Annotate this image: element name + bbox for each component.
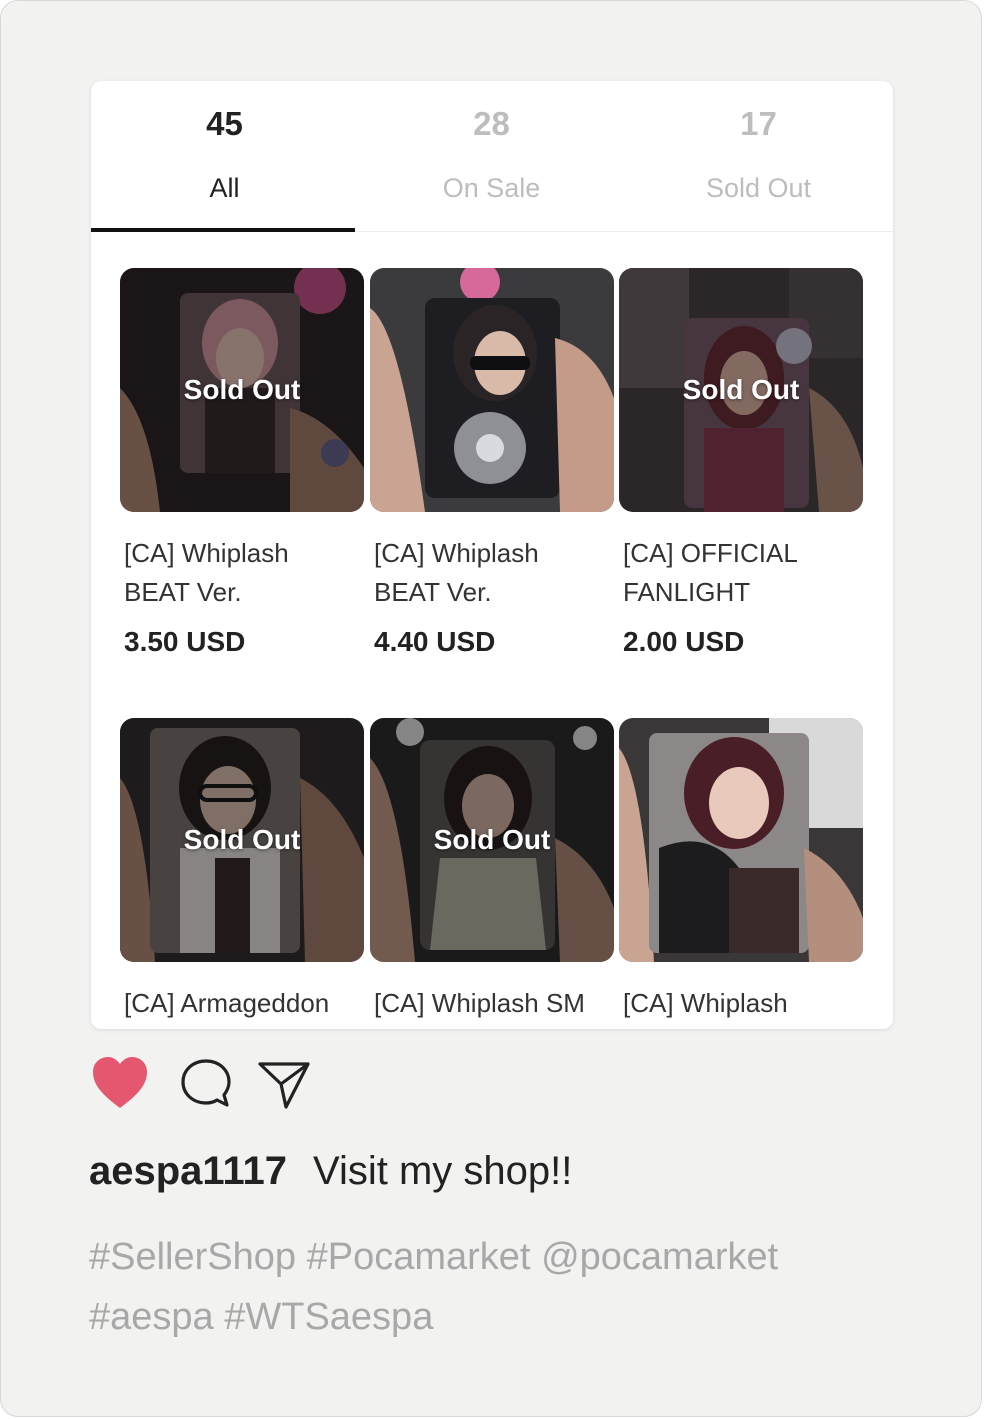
hashtag[interactable]: #WTSaespa <box>224 1296 433 1338</box>
product-name: [CA] Whiplash BEAT Ver. <box>374 538 539 607</box>
product-name: [CA] Armageddon <box>124 988 330 1018</box>
tab-on-sale[interactable]: 28 On Sale <box>358 81 625 231</box>
share-button[interactable] <box>257 1060 311 1115</box>
tab-count: 17 <box>740 105 777 142</box>
heart-icon <box>93 1057 147 1108</box>
product-thumbnail: Sold Out <box>619 268 863 512</box>
photocard-photo <box>370 268 614 512</box>
hashtag[interactable]: #Pocamarket <box>307 1236 531 1278</box>
tab-sold-out[interactable]: 17 Sold Out <box>625 81 892 231</box>
hashtag[interactable]: #SellerShop <box>89 1236 296 1278</box>
comment-button[interactable] <box>179 1058 233 1115</box>
tab-all[interactable]: 45 All <box>91 81 358 231</box>
sold-out-badge: Sold Out <box>370 718 614 962</box>
product-thumbnail: Sold Out <box>370 718 614 962</box>
post-caption: aespa1117 Visit my shop!! <box>89 1149 572 1194</box>
sold-out-badge: Sold Out <box>619 268 863 512</box>
shop-screenshot: 45 All 28 On Sale 17 Sold Out Sold Out [… <box>91 81 893 1029</box>
username[interactable]: aespa1117 <box>89 1149 287 1193</box>
hashtags: #SellerShop #Pocamarket @pocamarket #aes… <box>89 1227 889 1347</box>
hashtag[interactable]: #aespa <box>89 1296 214 1338</box>
caption-text: Visit my shop!! <box>313 1149 573 1193</box>
active-tab-indicator <box>91 228 355 232</box>
product-thumbnail <box>370 268 614 512</box>
tab-count: 28 <box>473 105 510 142</box>
post-card: 45 All 28 On Sale 17 Sold Out Sold Out [… <box>0 0 982 1417</box>
sold-out-badge: Sold Out <box>120 268 364 512</box>
product-name: [CA] Whiplash BEAT Ver. <box>124 538 289 607</box>
send-icon <box>258 1062 310 1109</box>
product-thumbnail <box>619 718 863 962</box>
comment-bubble-icon <box>181 1059 231 1107</box>
product-thumbnail: Sold Out <box>120 268 364 512</box>
tab-label: Sold Out <box>705 173 812 203</box>
product-thumbnail: Sold Out <box>120 718 364 962</box>
hashtag-line: #aespa #WTSaespa <box>89 1287 889 1347</box>
product-price: 4.40 USD <box>374 626 496 657</box>
photocard-photo <box>619 718 863 962</box>
mention[interactable]: @pocamarket <box>541 1236 778 1278</box>
product-name: [CA] Whiplash <box>623 988 788 1018</box>
sold-out-badge: Sold Out <box>120 718 364 962</box>
product-price: 2.00 USD <box>623 626 745 657</box>
like-button[interactable] <box>91 1056 149 1115</box>
tab-bar: 45 All 28 On Sale 17 Sold Out <box>91 81 893 232</box>
tab-count: 45 <box>206 105 243 142</box>
tab-label: All <box>209 173 240 203</box>
product-price: 3.50 USD <box>124 626 246 657</box>
product-name: [CA] Whiplash SM <box>374 988 585 1018</box>
hashtag-line: #SellerShop #Pocamarket @pocamarket <box>89 1227 889 1287</box>
product-name: [CA] OFFICIAL FANLIGHT <box>623 538 797 607</box>
tab-label: On Sale <box>442 173 541 203</box>
